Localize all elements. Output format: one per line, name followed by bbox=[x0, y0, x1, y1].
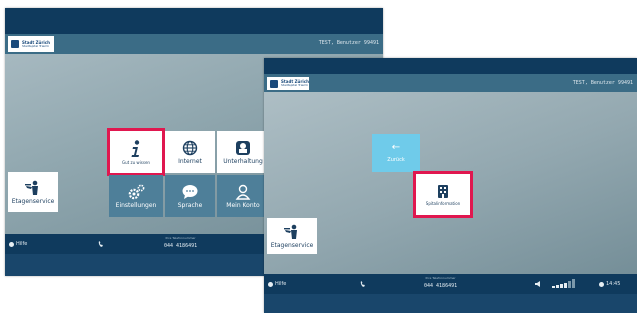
volume-slider[interactable] bbox=[552, 279, 576, 288]
help-label: Hilfe bbox=[16, 241, 28, 247]
clock: 14:45 bbox=[599, 281, 620, 287]
logo-line-2: Stadtspital Triemli bbox=[22, 43, 49, 48]
tile-spitalinformation[interactable]: Spitalinformation bbox=[413, 171, 473, 218]
tile-sprache[interactable]: Sprache bbox=[165, 175, 215, 217]
service-icon bbox=[24, 180, 42, 196]
back-label: Zurück bbox=[387, 157, 405, 163]
logo-line-2: Stadtspital Triemli bbox=[281, 83, 308, 87]
tile-info[interactable]: Gut zu wissen bbox=[107, 128, 165, 176]
clock-icon bbox=[599, 281, 604, 287]
service-icon bbox=[283, 224, 301, 240]
tile-etagenservice[interactable]: Etagenservice bbox=[8, 172, 58, 212]
tile-internet-label: Internet bbox=[178, 157, 202, 165]
nurse-call-icon bbox=[360, 281, 365, 287]
top-bar bbox=[264, 58, 637, 74]
tile-etagenservice-label: Etagenservice bbox=[11, 197, 55, 205]
person-icon bbox=[235, 184, 251, 200]
call-service-button[interactable] bbox=[359, 280, 367, 288]
arrow-left-icon: ← bbox=[391, 142, 401, 153]
tile-spitalinformation-label: Spitalinformation bbox=[425, 201, 461, 206]
hospital-icon bbox=[436, 183, 450, 199]
help-button[interactable]: Hilfe bbox=[268, 281, 286, 287]
tile-internet[interactable]: Internet bbox=[165, 131, 215, 173]
phone-info: Ihre Telefonnummer 044 4186491 bbox=[424, 276, 458, 289]
phone-caption: Ihre Telefonnummer bbox=[425, 276, 456, 280]
hospital-logo: Stadt Zürich Stadtspital Triemli bbox=[267, 77, 309, 90]
info-icon bbox=[128, 139, 144, 158]
volume-level-icon bbox=[552, 279, 575, 288]
tile-sprache-label: Sprache bbox=[177, 201, 203, 209]
tile-etagenservice[interactable]: Etagenservice bbox=[267, 218, 317, 254]
volume-down-button[interactable] bbox=[534, 280, 542, 288]
speech-bubble-icon bbox=[181, 184, 199, 200]
speaker-icon bbox=[535, 281, 540, 287]
phone-caption: Ihre Telefonnummer bbox=[165, 236, 196, 240]
phone-number: 044 4186491 bbox=[164, 242, 198, 249]
call-service-button[interactable] bbox=[97, 240, 105, 248]
hospital-logo: Stadt Zürich Stadtspital Triemli bbox=[8, 36, 54, 52]
tile-einstellungen[interactable]: Einstellungen bbox=[109, 175, 163, 217]
screen-gut-zu-wissen: Stadt Zürich Stadtspital Triemli TEST, B… bbox=[264, 58, 637, 313]
city-logo-icon bbox=[11, 40, 19, 48]
help-icon bbox=[268, 281, 273, 287]
tile-unterhaltung-label: Unterhaltung bbox=[223, 157, 263, 165]
footer-bar bbox=[264, 294, 637, 313]
popcorn-icon bbox=[235, 140, 251, 156]
tile-einstellungen-label: Einstellungen bbox=[115, 201, 157, 209]
phone-info: Ihre Telefonnummer 044 4186491 bbox=[164, 236, 198, 249]
tile-info-label: Gut zu wissen bbox=[122, 159, 150, 165]
clock-time: 14:45 bbox=[606, 281, 621, 287]
tile-unterhaltung[interactable]: Unterhaltung bbox=[217, 131, 269, 173]
gears-icon bbox=[127, 184, 145, 200]
city-logo-icon bbox=[270, 79, 278, 88]
user-label: TEST, Benutzer 99491 bbox=[318, 40, 379, 46]
globe-icon bbox=[182, 140, 198, 156]
help-button[interactable]: Hilfe bbox=[9, 241, 27, 247]
top-bar bbox=[5, 8, 383, 34]
user-label: TEST, Benutzer 99491 bbox=[572, 80, 633, 86]
help-label: Hilfe bbox=[275, 281, 287, 287]
bottom-bar: Hilfe Ihre Telefonnummer 044 4186491 14:… bbox=[264, 274, 637, 294]
tile-mein-konto[interactable]: Mein Konto bbox=[217, 175, 269, 217]
phone-number: 044 4186491 bbox=[424, 282, 458, 289]
tile-mein-konto-label: Mein Konto bbox=[226, 201, 260, 209]
nurse-call-icon bbox=[98, 241, 103, 247]
back-button[interactable]: ← Zurück bbox=[372, 134, 420, 172]
tile-etagenservice-label: Etagenservice bbox=[270, 241, 314, 249]
help-icon bbox=[9, 241, 14, 247]
